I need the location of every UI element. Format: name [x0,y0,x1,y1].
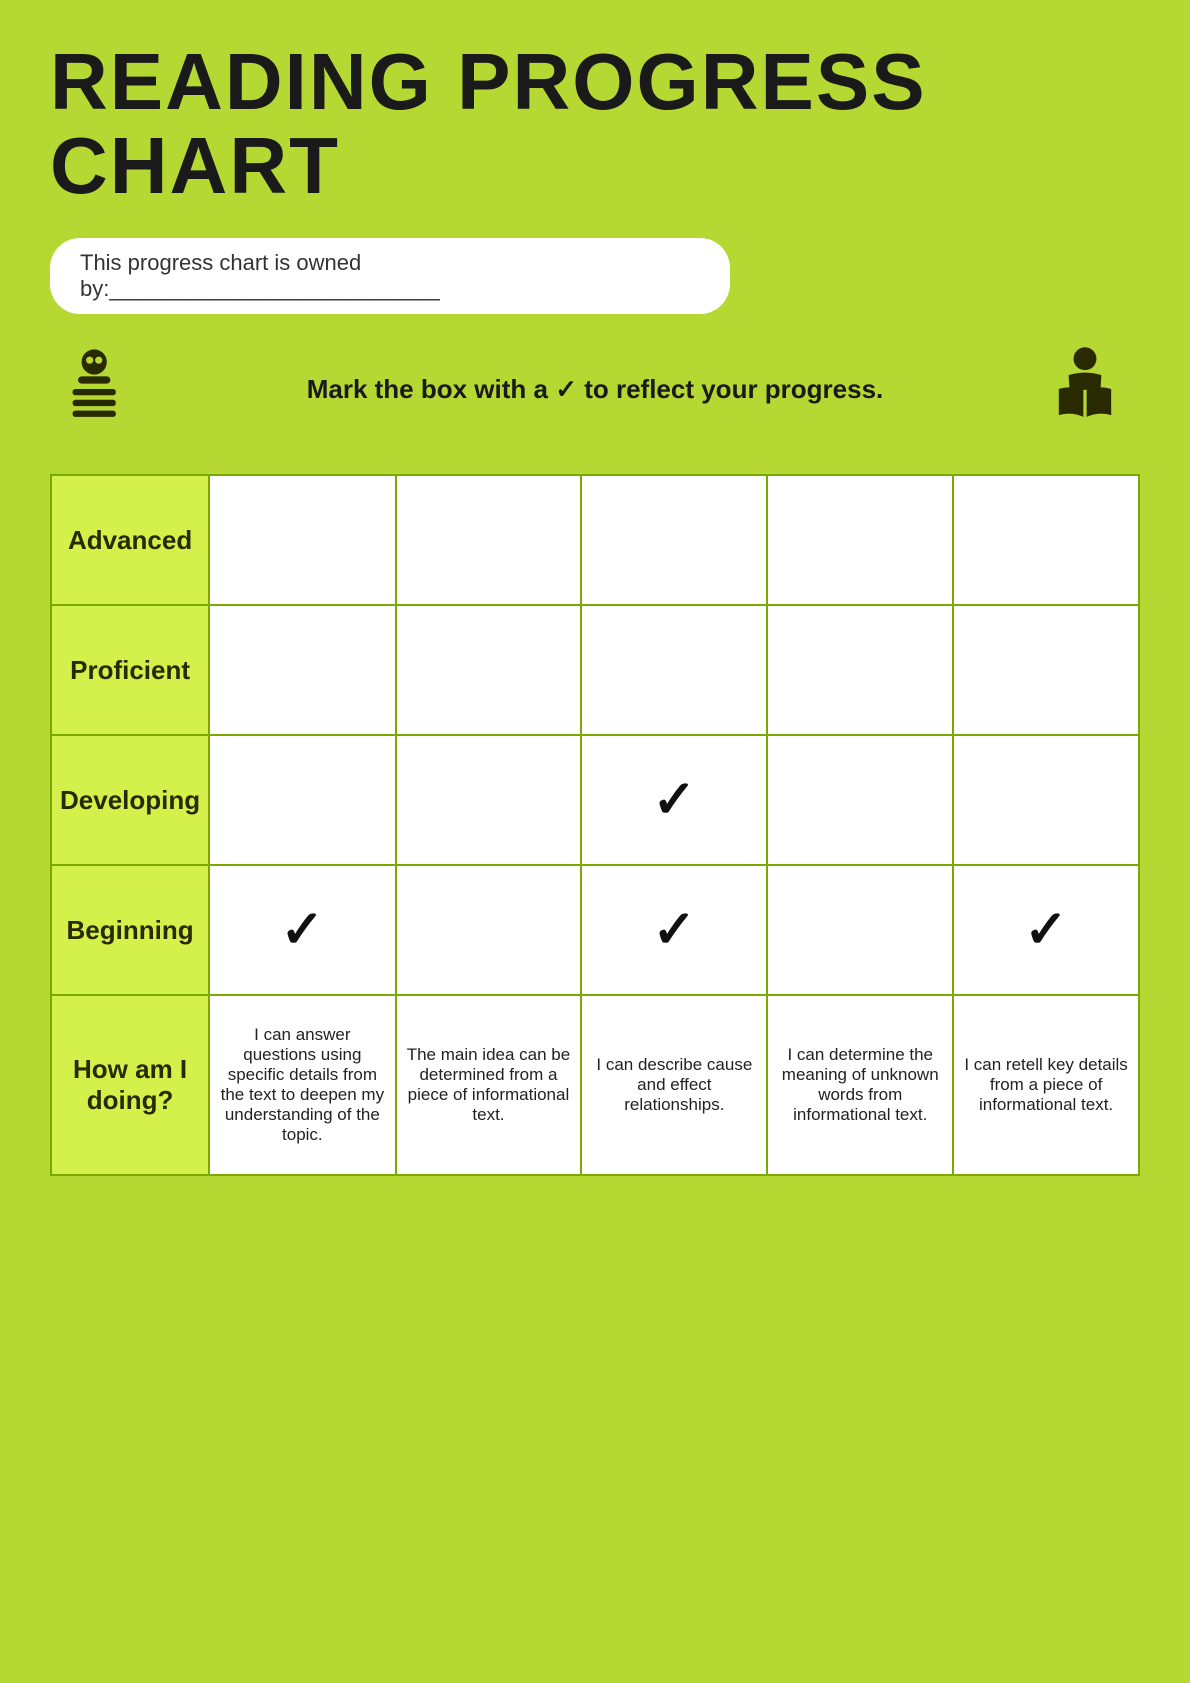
cell-beginning-4[interactable] [767,865,953,995]
cell-beginning-2[interactable] [396,865,582,995]
row-label-developing: Developing [51,735,209,865]
row-label-beginning: Beginning [51,865,209,995]
cell-advanced-2[interactable] [396,475,582,605]
cell-proficient-4[interactable] [767,605,953,735]
cell-proficient-1[interactable] [209,605,395,735]
desc-cell-2: The main idea can be determined from a p… [396,995,582,1175]
table-row: Beginning ✓ ✓ ✓ [51,865,1139,995]
cell-beginning-1[interactable]: ✓ [209,865,395,995]
cell-advanced-4[interactable] [767,475,953,605]
cell-proficient-3[interactable] [581,605,767,735]
page-title: READING PROGRESS CHART [50,40,1140,208]
cell-developing-1[interactable] [209,735,395,865]
table-row: Advanced [51,475,1139,605]
row-label-proficient: Proficient [51,605,209,735]
checkmark: ✓ [281,901,325,959]
cell-proficient-5[interactable] [953,605,1139,735]
table-row: Proficient [51,605,1139,735]
cell-advanced-5[interactable] [953,475,1139,605]
how-am-i-label: How am I doing? [51,995,209,1175]
desc-cell-1: I can answer questions using specific de… [209,995,395,1175]
description-row: How am I doing? I can answer questions u… [51,995,1139,1175]
cell-beginning-5[interactable]: ✓ [953,865,1139,995]
cell-developing-3[interactable]: ✓ [581,735,767,865]
cell-advanced-1[interactable] [209,475,395,605]
instruction-row: Mark the box with a ✓ to reflect your pr… [50,344,1140,434]
instruction-text: Mark the box with a ✓ to reflect your pr… [180,374,1010,405]
progress-table: Advanced Proficient Developing ✓ [50,474,1140,1176]
cell-developing-2[interactable] [396,735,582,865]
checkmark: ✓ [653,771,697,829]
checkmark: ✓ [653,901,697,959]
cell-advanced-3[interactable] [581,475,767,605]
checkmark: ✓ [1024,901,1068,959]
table-row: Developing ✓ [51,735,1139,865]
cell-developing-4[interactable] [767,735,953,865]
desc-cell-5: I can retell key details from a piece of… [953,995,1139,1175]
cell-developing-5[interactable] [953,735,1139,865]
reader-icon [1030,344,1140,434]
cell-proficient-2[interactable] [396,605,582,735]
teacher-icon [50,344,160,434]
row-label-advanced: Advanced [51,475,209,605]
cell-beginning-3[interactable]: ✓ [581,865,767,995]
desc-cell-4: I can determine the meaning of unknown w… [767,995,953,1175]
desc-cell-3: I can describe cause and effect relation… [581,995,767,1175]
owner-label: This progress chart is owned by:________… [50,238,730,314]
